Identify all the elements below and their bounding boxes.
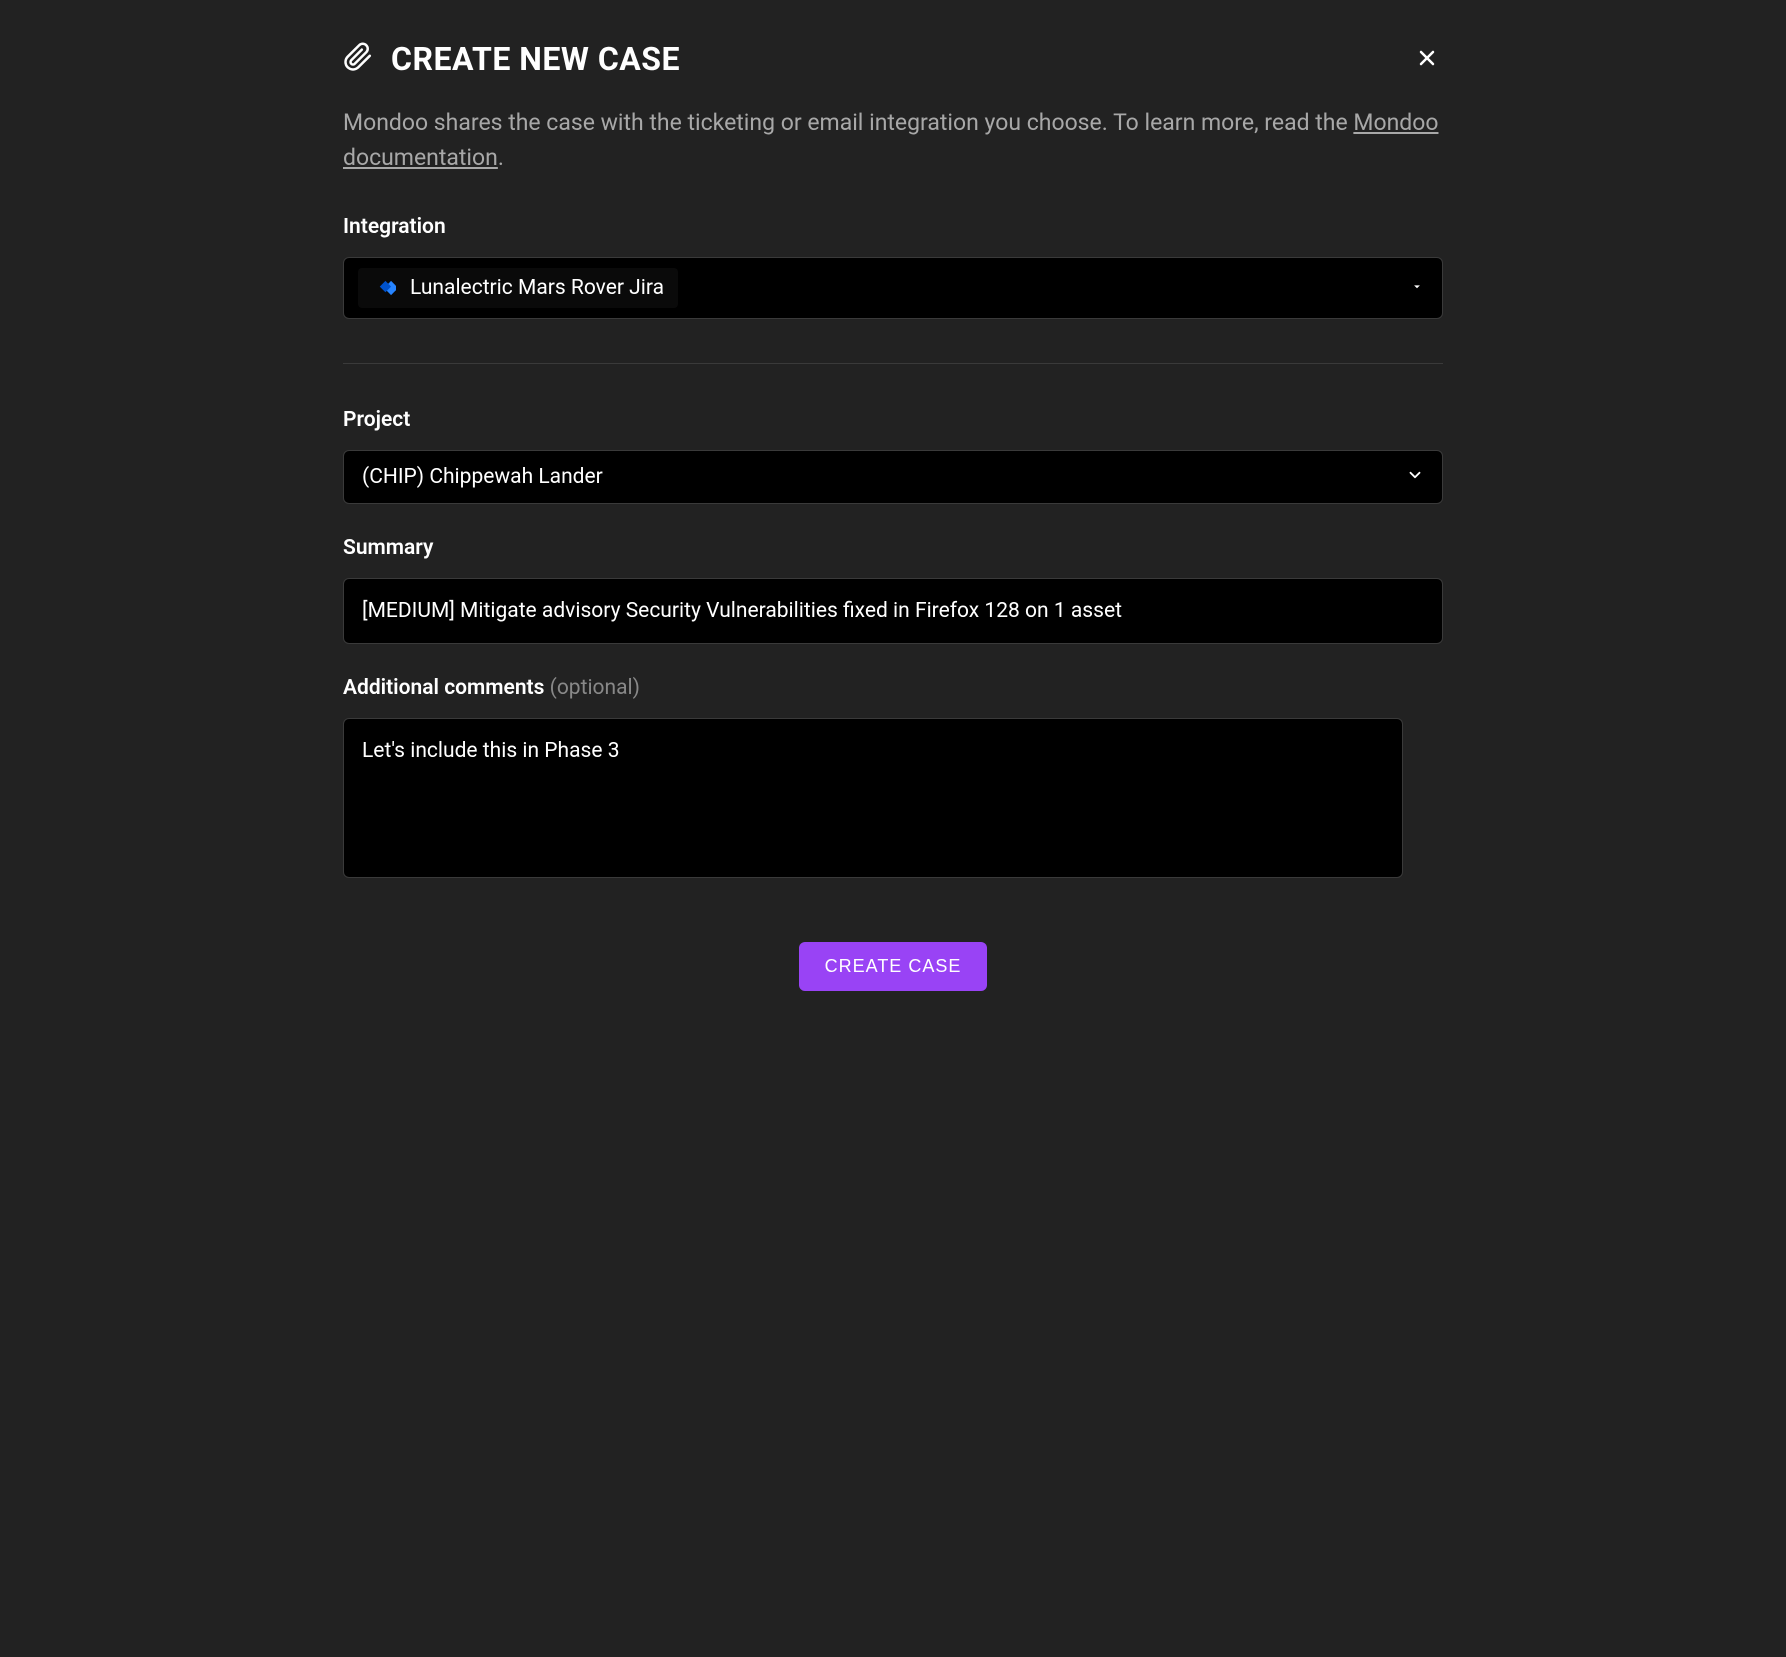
- comments-input[interactable]: [343, 718, 1403, 878]
- modal-header: CREATE NEW CASE: [343, 40, 1443, 78]
- integration-value: Lunalectric Mars Rover Jira: [410, 276, 664, 300]
- summary-group: Summary: [343, 536, 1443, 644]
- integration-group: Integration Lunalectric Mars Rover Jira: [343, 215, 1443, 319]
- comments-group: Additional comments (optional): [343, 676, 1443, 882]
- divider: [343, 363, 1443, 364]
- jira-icon: [372, 276, 396, 300]
- project-group: Project (CHIP) Chippewah Lander: [343, 408, 1443, 504]
- paperclip-icon: [343, 42, 373, 76]
- chevron-down-icon: [1410, 279, 1424, 298]
- create-case-modal: CREATE NEW CASE Mondoo shares the case w…: [343, 40, 1443, 991]
- project-label: Project: [343, 408, 1443, 432]
- comments-label: Additional comments (optional): [343, 676, 1443, 700]
- close-button[interactable]: [1411, 42, 1443, 77]
- header-left: CREATE NEW CASE: [343, 40, 680, 78]
- project-value: (CHIP) Chippewah Lander: [362, 465, 603, 489]
- close-icon: [1415, 46, 1439, 73]
- integration-chip: Lunalectric Mars Rover Jira: [358, 268, 678, 308]
- modal-description: Mondoo shares the case with the ticketin…: [343, 106, 1443, 175]
- summary-input[interactable]: [343, 578, 1443, 644]
- chevron-down-icon: [1406, 466, 1424, 488]
- summary-label: Summary: [343, 536, 1443, 560]
- integration-select[interactable]: Lunalectric Mars Rover Jira: [343, 257, 1443, 319]
- project-select[interactable]: (CHIP) Chippewah Lander: [343, 450, 1443, 504]
- button-row: CREATE CASE: [343, 942, 1443, 991]
- integration-label: Integration: [343, 215, 1443, 239]
- modal-title: CREATE NEW CASE: [391, 40, 680, 78]
- create-case-button[interactable]: CREATE CASE: [799, 942, 988, 991]
